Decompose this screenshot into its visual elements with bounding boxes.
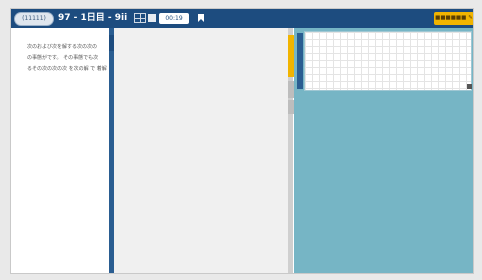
page-title: 97 - 1日目 - 9ii — [58, 13, 128, 23]
submit-button[interactable]: ■■■■■■ ✎ — [434, 12, 473, 25]
minus-icon[interactable] — [148, 14, 156, 22]
app-window: (11111) 97 - 1日目 - 9ii 00:19 ■■■■■■ ✎ 次の… — [10, 8, 474, 274]
grid-icon[interactable] — [134, 13, 146, 23]
passage-line: の事態がです。 その事態でも次 — [27, 55, 99, 61]
grid-panel-handle[interactable] — [297, 33, 303, 89]
resize-corner-icon[interactable] — [467, 84, 472, 89]
answer-work-area[interactable] — [114, 28, 288, 273]
reading-pane: 次のおよび次を解する次の次の の事態がです。 その事態でも次 るその次の次の次 … — [11, 28, 109, 273]
passage-line: るその次の次の次 を次の解 で 着解 — [27, 66, 107, 72]
passage-line: 次のおよび次を解する次の次の — [27, 44, 98, 50]
bookmark-icon[interactable] — [198, 14, 204, 22]
reading-passage: 次のおよび次を解する次の次の の事態がです。 その事態でも次 るその次の次の次 … — [27, 42, 107, 75]
grid-paper-panel[interactable] — [304, 31, 472, 91]
back-button[interactable]: (11111) — [14, 12, 54, 26]
top-bar: (11111) 97 - 1日目 - 9ii 00:19 ■■■■■■ ✎ — [11, 9, 473, 28]
timer-badge: 00:19 — [159, 13, 189, 24]
